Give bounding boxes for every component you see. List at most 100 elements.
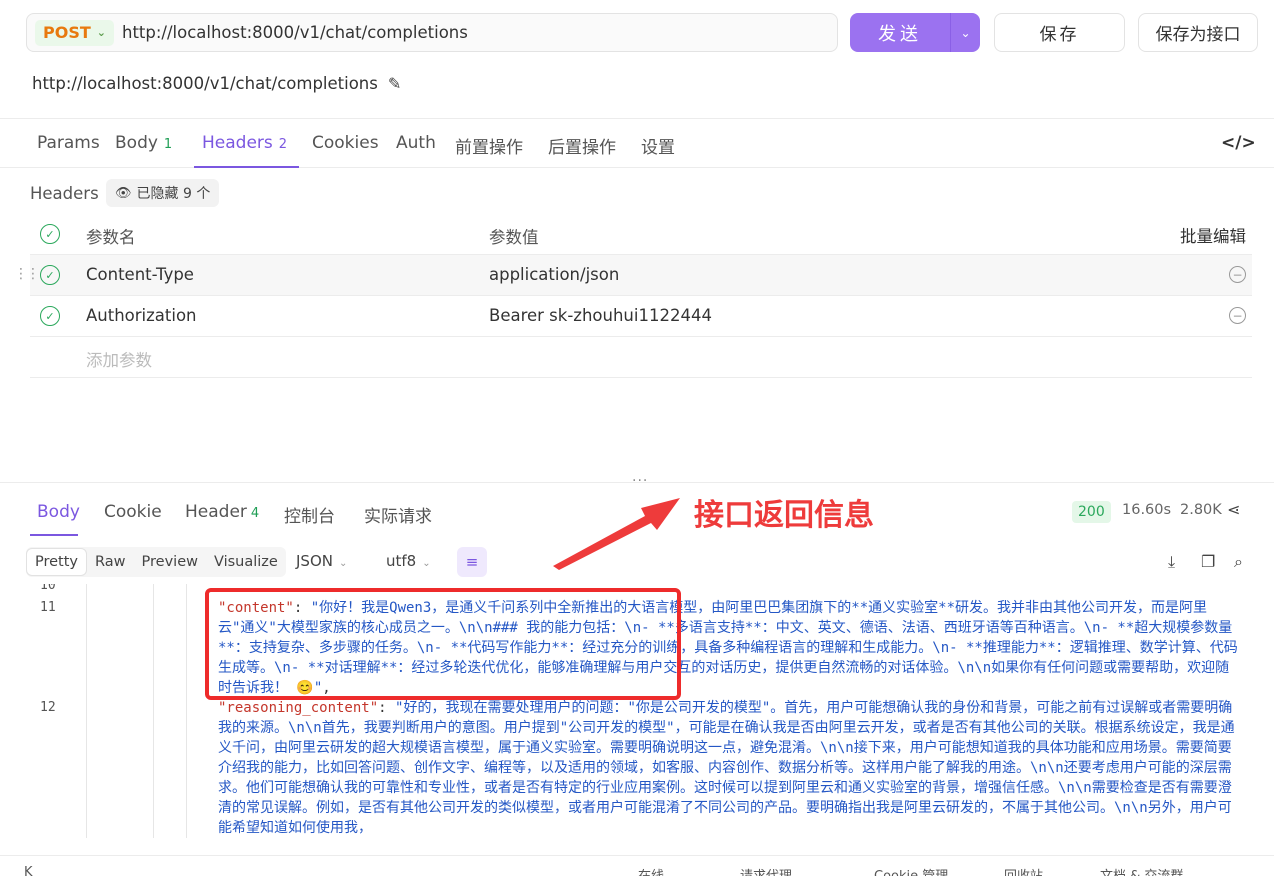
tab-headers[interactable]: Headers 2 bbox=[202, 133, 287, 153]
format-switcher: Pretty Raw Preview Visualize bbox=[26, 547, 286, 577]
chevron-down-icon: ⌄ bbox=[422, 558, 431, 569]
json-value: "好的，我现在需要处理用户的问题："你是公司开发的模型"。首先，用户可能想确认我… bbox=[218, 700, 1235, 836]
search-icon[interactable]: ⌕ bbox=[1234, 552, 1243, 572]
chevron-down-icon: ⌄ bbox=[96, 26, 106, 39]
tab-count: 4 bbox=[250, 506, 260, 521]
save-as-api-button[interactable]: 保存为接口 bbox=[1138, 13, 1258, 52]
tab-settings[interactable]: 设置 bbox=[641, 133, 675, 158]
header-value-cell[interactable]: Bearer sk-zhouhui1122444 bbox=[489, 306, 712, 325]
proxy-button[interactable]: 请求代理 bbox=[740, 865, 792, 876]
request-bar: POST ⌄ http://localhost:8000/v1/chat/com… bbox=[0, 0, 1274, 64]
table-row: ✓ Authorization Bearer sk-zhouhui1122444… bbox=[30, 296, 1252, 337]
remove-icon[interactable]: − bbox=[1229, 307, 1246, 324]
format-visualize[interactable]: Visualize bbox=[206, 547, 286, 577]
tab-label: Header bbox=[185, 502, 247, 522]
res-tab-console[interactable]: 控制台 bbox=[284, 502, 335, 527]
tab-auth[interactable]: Auth bbox=[396, 133, 436, 153]
copy-icon[interactable]: ❐ bbox=[1201, 552, 1215, 571]
tab-cookies[interactable]: Cookies bbox=[312, 133, 379, 153]
recycle-bin-button[interactable]: 回收站 bbox=[1004, 865, 1043, 876]
hidden-count: 已隐藏 9 个 bbox=[136, 186, 211, 202]
format-pretty[interactable]: Pretty bbox=[26, 548, 88, 576]
tab-label: Body bbox=[115, 133, 158, 153]
gutter-divider bbox=[86, 584, 87, 838]
line-number: 11 bbox=[40, 600, 56, 615]
indent-guide bbox=[153, 584, 154, 838]
method-label: POST bbox=[43, 23, 91, 42]
add-param-row: 添加参数 bbox=[30, 337, 1252, 378]
annotation-text: 接口返回信息 bbox=[694, 498, 874, 533]
language-value: JSON bbox=[296, 552, 333, 570]
drag-handle-icon[interactable]: ⋮⋮ bbox=[14, 266, 40, 282]
method-select[interactable]: POST ⌄ bbox=[35, 19, 114, 46]
request-title: http://localhost:8000/v1/chat/completion… bbox=[32, 74, 401, 93]
status-badge: 200 bbox=[1072, 501, 1111, 523]
request-tabs: Params Body 1 Headers 2 Cookies Auth 前置操作 … bbox=[0, 118, 1274, 168]
download-icon[interactable]: ⤓ bbox=[1168, 552, 1175, 572]
row-checkbox[interactable]: ✓ bbox=[40, 265, 60, 285]
eye-icon: 👁 bbox=[115, 185, 132, 201]
chevron-down-icon: ⌄ bbox=[338, 558, 348, 569]
encoding-select[interactable]: utf8 ⌄ bbox=[386, 552, 431, 570]
res-tab-cookie[interactable]: Cookie bbox=[104, 502, 162, 522]
url-input-box[interactable]: POST ⌄ http://localhost:8000/v1/chat/com… bbox=[26, 13, 838, 52]
column-header-name: 参数名 bbox=[86, 228, 136, 247]
language-select[interactable]: JSON ⌄ bbox=[296, 552, 347, 570]
url-input[interactable]: http://localhost:8000/v1/chat/completion… bbox=[122, 23, 468, 42]
encoding-value: utf8 bbox=[386, 552, 417, 570]
add-param-input[interactable]: 添加参数 bbox=[86, 347, 152, 371]
res-tab-actual-request[interactable]: 实际请求 bbox=[364, 502, 432, 527]
highlight-box bbox=[205, 588, 681, 700]
line-number: 12 bbox=[40, 700, 56, 715]
wrap-lines-icon[interactable]: ≡ bbox=[457, 547, 487, 577]
annotation-arrow-icon bbox=[553, 498, 680, 570]
share-icon[interactable]: ⋖ bbox=[1227, 500, 1240, 519]
tab-label: Headers bbox=[202, 133, 273, 153]
row-checkbox[interactable]: ✓ bbox=[40, 306, 60, 326]
tab-params[interactable]: Params bbox=[37, 133, 100, 153]
status-bar: K 在线 请求代理 Cookie 管理 回收站 文档 & 交流群 bbox=[0, 855, 1274, 876]
save-button[interactable]: 保存 bbox=[994, 13, 1125, 52]
table-header-row: ✓ 参数名 参数值 批量编辑 bbox=[30, 214, 1252, 255]
chevron-down-icon[interactable]: ⌄ bbox=[951, 26, 980, 40]
pencil-icon[interactable]: ✎ bbox=[388, 74, 401, 93]
res-tab-body[interactable]: Body bbox=[37, 502, 80, 522]
header-value-cell[interactable]: application/json bbox=[489, 265, 619, 284]
select-all-checkbox[interactable]: ✓ bbox=[40, 224, 60, 244]
format-preview[interactable]: Preview bbox=[134, 547, 206, 577]
collapse-icon[interactable]: K bbox=[24, 865, 33, 876]
cookie-manager-button[interactable]: Cookie 管理 bbox=[874, 865, 948, 876]
response-time: 16.60s bbox=[1122, 502, 1172, 518]
tab-post-ops[interactable]: 后置操作 bbox=[548, 133, 616, 158]
tab-count: 2 bbox=[278, 137, 288, 152]
docs-button[interactable]: 文档 & 交流群 bbox=[1100, 865, 1183, 876]
res-tab-header[interactable]: Header 4 bbox=[185, 502, 259, 522]
tab-label: 设置 bbox=[641, 138, 675, 158]
code-icon[interactable]: </> bbox=[1221, 133, 1256, 153]
header-name-cell[interactable]: Authorization bbox=[86, 306, 197, 325]
header-name-cell[interactable]: Content-Type bbox=[86, 265, 194, 284]
response-size: 2.80K bbox=[1180, 502, 1222, 518]
resize-handle-icon[interactable]: ··· bbox=[632, 473, 648, 489]
format-raw[interactable]: Raw bbox=[87, 547, 134, 577]
tab-label: 前置操作 bbox=[455, 138, 523, 158]
line-number: 10 bbox=[40, 584, 56, 593]
online-status[interactable]: 在线 bbox=[638, 865, 664, 876]
send-button[interactable]: 发送 ⌄ bbox=[850, 13, 980, 52]
tab-pre-ops[interactable]: 前置操作 bbox=[455, 133, 523, 158]
json-colon: : bbox=[378, 700, 396, 716]
tab-label: Cookies bbox=[312, 133, 379, 153]
tab-count: 1 bbox=[163, 137, 173, 152]
active-res-tab-indicator bbox=[30, 534, 78, 536]
send-label: 发送 bbox=[878, 23, 922, 45]
active-tab-indicator bbox=[194, 166, 299, 168]
headers-section-label: Headers bbox=[30, 184, 99, 203]
table-row: ⋮⋮ ✓ Content-Type application/json − bbox=[14, 255, 1252, 296]
bulk-edit-button[interactable]: 批量编辑 bbox=[1180, 223, 1246, 247]
code-line: "reasoning_content": "好的，我现在需要处理用户的问题："你… bbox=[218, 698, 1240, 838]
tab-label: 后置操作 bbox=[548, 138, 616, 158]
column-header-value: 参数值 bbox=[489, 228, 539, 247]
hidden-headers-badge[interactable]: 👁 已隐藏 9 个 bbox=[106, 179, 220, 207]
tab-body[interactable]: Body 1 bbox=[115, 133, 172, 153]
remove-icon[interactable]: − bbox=[1229, 266, 1246, 283]
